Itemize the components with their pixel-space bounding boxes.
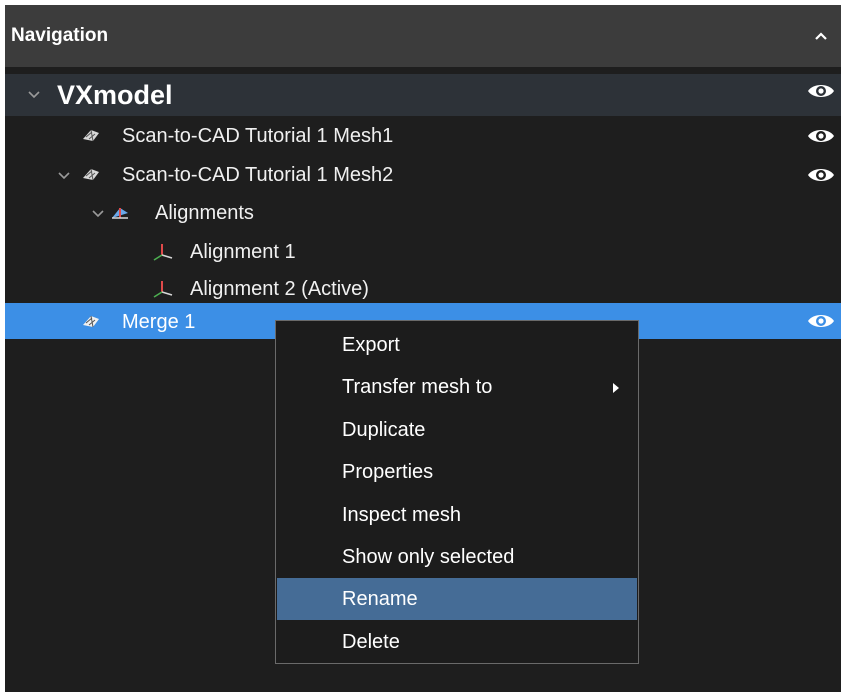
context-menu: Export Transfer mesh to Duplicate Proper… [275,320,639,664]
tree-item-alignment-2[interactable]: Alignment 2 (Active) [5,271,841,307]
menu-item-label: Properties [342,461,434,483]
eye-icon[interactable] [807,312,835,330]
panel-title: Navigation [11,25,109,46]
tree-item-alignment-1[interactable]: Alignment 1 [5,234,841,270]
chevron-down-icon[interactable] [91,209,105,219]
axes-icon [153,244,173,261]
eye-icon[interactable] [807,127,835,145]
tree-item-mesh1[interactable]: Scan-to-CAD Tutorial 1 Mesh1 [5,118,841,154]
chevron-up-icon[interactable] [813,29,829,43]
menu-item-label: Inspect mesh [342,504,461,526]
tree-item-label: Scan-to-CAD Tutorial 1 Mesh1 [122,125,394,147]
submenu-arrow-icon [613,383,619,393]
menu-item-label: Delete [342,631,400,653]
menu-item-inspect-mesh[interactable]: Inspect mesh [277,494,637,536]
menu-item-export[interactable]: Export [277,324,637,366]
chevron-down-icon[interactable] [27,90,41,100]
tree-item-label: Alignment 2 (Active) [190,278,369,300]
tree-item-label: VXmodel [57,80,173,110]
menu-item-properties[interactable]: Properties [277,451,637,493]
alignments-icon [112,208,128,219]
tree-item-mesh2[interactable]: Scan-to-CAD Tutorial 1 Mesh2 [5,157,841,193]
menu-item-delete[interactable]: Delete [277,621,637,663]
menu-item-label: Show only selected [342,546,515,568]
panel-header[interactable]: Navigation [5,5,841,67]
mesh-icon [83,129,99,142]
menu-item-label: Export [342,334,400,356]
chevron-down-icon[interactable] [57,171,71,181]
axes-icon [153,281,173,298]
tree-item-label: Scan-to-CAD Tutorial 1 Mesh2 [122,164,394,186]
eye-icon[interactable] [807,82,835,100]
menu-item-label: Duplicate [342,419,426,441]
menu-item-duplicate[interactable]: Duplicate [277,409,637,451]
tree-item-vxmodel[interactable]: VXmodel [5,74,841,116]
menu-item-transfer-mesh-to[interactable]: Transfer mesh to [277,366,637,408]
menu-item-rename[interactable]: Rename [277,578,637,620]
tree-item-label: Alignments [155,202,254,224]
tree-item-label: Merge 1 [122,311,196,333]
tree-item-label: Alignment 1 [190,241,296,263]
eye-icon[interactable] [807,166,835,184]
menu-item-show-only-selected[interactable]: Show only selected [277,536,637,578]
mesh-icon [83,168,99,181]
menu-item-label: Rename [342,588,418,610]
menu-item-label: Transfer mesh to [342,376,493,398]
tree-item-alignments[interactable]: Alignments [5,195,841,231]
mesh-icon [83,315,99,328]
